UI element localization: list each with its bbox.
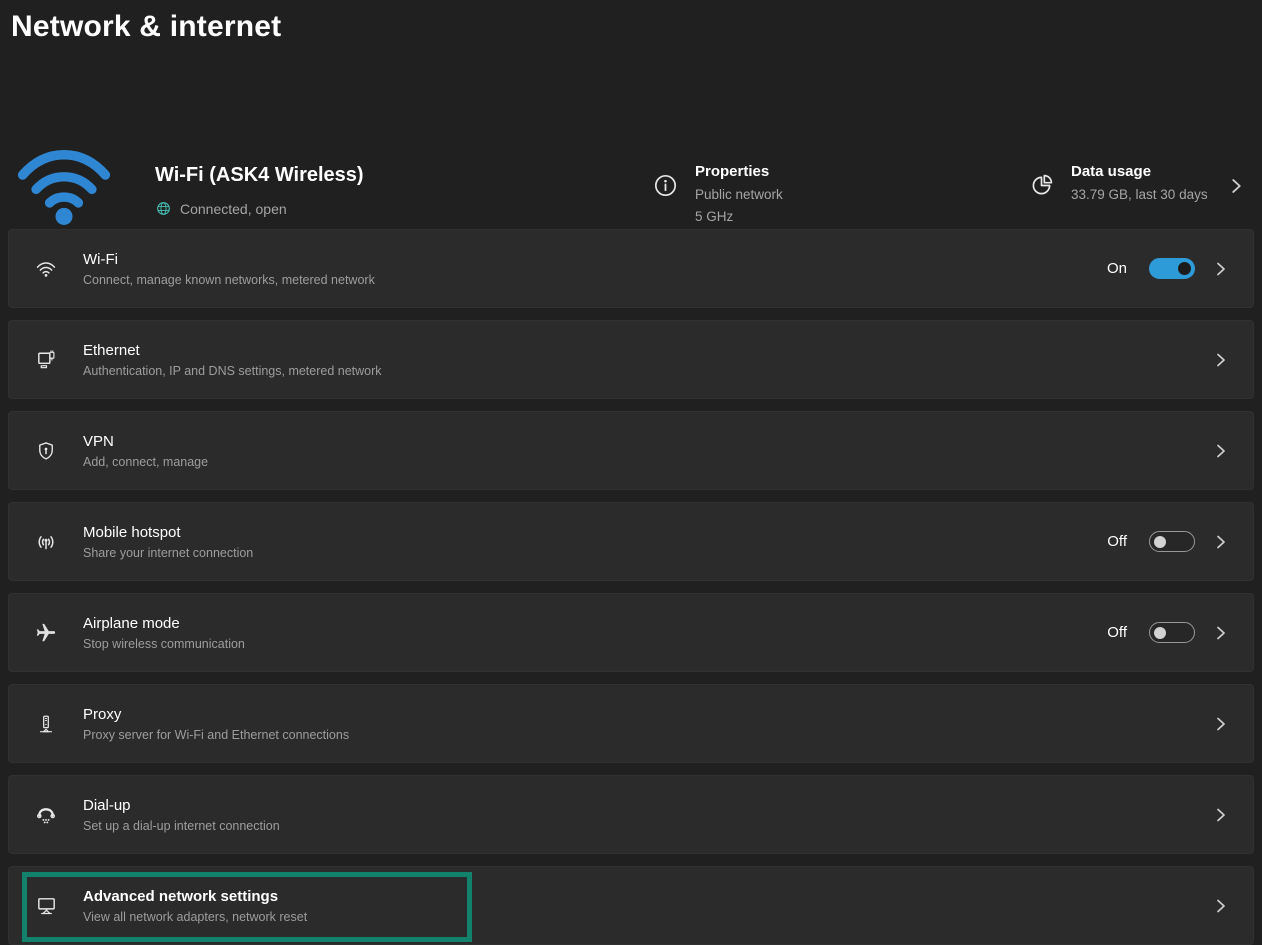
data-usage-title: Data usage (1071, 163, 1208, 180)
row-subtitle: Authentication, IP and DNS settings, met… (83, 364, 1215, 378)
row-title: Dial-up (83, 797, 1215, 814)
vpn-shield-icon (33, 440, 59, 462)
settings-row-mobile-hotspot[interactable]: Mobile hotspot Share your internet conne… (8, 502, 1254, 581)
settings-row-proxy[interactable]: Proxy Proxy server for Wi-Fi and Etherne… (8, 684, 1254, 763)
wifi-hero-icon (10, 130, 118, 238)
toggle-state-label: On (1107, 260, 1127, 277)
row-title: Wi-Fi (83, 251, 1107, 268)
chevron-right-icon (1215, 898, 1227, 914)
dialup-icon (33, 803, 59, 827)
mobile-hotspot-toggle[interactable] (1149, 531, 1195, 552)
settings-row-vpn[interactable]: VPN Add, connect, manage (8, 411, 1254, 490)
row-subtitle: Share your internet connection (83, 546, 1107, 560)
row-title: Proxy (83, 706, 1215, 723)
row-title: Mobile hotspot (83, 524, 1107, 541)
chevron-right-icon (1215, 534, 1227, 550)
settings-row-ethernet[interactable]: Ethernet Authentication, IP and DNS sett… (8, 320, 1254, 399)
chevron-right-icon (1215, 261, 1227, 277)
mobile-hotspot-icon (33, 530, 59, 554)
pie-chart-icon (1028, 172, 1055, 202)
properties-network-type: Public network (695, 187, 783, 202)
settings-row-wifi[interactable]: Wi-Fi Connect, manage known networks, me… (8, 229, 1254, 308)
toggle-state-label: Off (1107, 533, 1127, 550)
proxy-icon (33, 713, 59, 735)
row-subtitle: Add, connect, manage (83, 455, 1215, 469)
airplane-mode-toggle[interactable] (1149, 622, 1195, 643)
settings-list: Wi-Fi Connect, manage known networks, me… (8, 229, 1254, 945)
data-usage-amount: 33.79 GB, last 30 days (1071, 187, 1208, 202)
connected-globe-icon (155, 200, 172, 217)
properties-block[interactable]: Properties Public network 5 GHz (652, 163, 783, 224)
chevron-right-icon (1215, 443, 1227, 459)
wifi-icon (33, 258, 59, 280)
ethernet-icon (33, 348, 59, 371)
row-title: Advanced network settings (83, 888, 1215, 905)
row-subtitle: Stop wireless communication (83, 637, 1107, 651)
chevron-right-icon (1230, 177, 1243, 195)
settings-row-airplane-mode[interactable]: Airplane mode Stop wireless communicatio… (8, 593, 1254, 672)
row-title: VPN (83, 433, 1215, 450)
row-title: Airplane mode (83, 615, 1107, 632)
row-title: Ethernet (83, 342, 1215, 359)
wifi-network-title: Wi-Fi (ASK4 Wireless) (155, 164, 364, 187)
toggle-state-label: Off (1107, 624, 1127, 641)
row-subtitle: Set up a dial-up internet connection (83, 819, 1215, 833)
data-usage-block[interactable]: Data usage 33.79 GB, last 30 days (1028, 163, 1208, 202)
row-subtitle: Connect, manage known networks, metered … (83, 273, 1107, 287)
airplane-icon (33, 622, 59, 644)
page-title: Network & internet (11, 10, 281, 44)
advanced-network-icon (33, 894, 59, 917)
row-subtitle: Proxy server for Wi-Fi and Ethernet conn… (83, 728, 1215, 742)
settings-row-advanced-network-settings[interactable]: Advanced network settings View all netwo… (8, 866, 1254, 945)
chevron-right-icon (1215, 807, 1227, 823)
row-subtitle: View all network adapters, network reset (83, 910, 1215, 924)
wifi-hero-section: Wi-Fi (ASK4 Wireless) Connected, open P (0, 60, 1262, 210)
wifi-toggle[interactable] (1149, 258, 1195, 279)
chevron-right-icon (1215, 625, 1227, 641)
chevron-right-icon (1215, 352, 1227, 368)
chevron-right-icon (1215, 716, 1227, 732)
properties-title: Properties (695, 163, 783, 180)
properties-band: 5 GHz (695, 209, 783, 224)
info-icon (652, 172, 679, 224)
settings-row-dialup[interactable]: Dial-up Set up a dial-up internet connec… (8, 775, 1254, 854)
connection-status: Connected, open (180, 201, 287, 217)
